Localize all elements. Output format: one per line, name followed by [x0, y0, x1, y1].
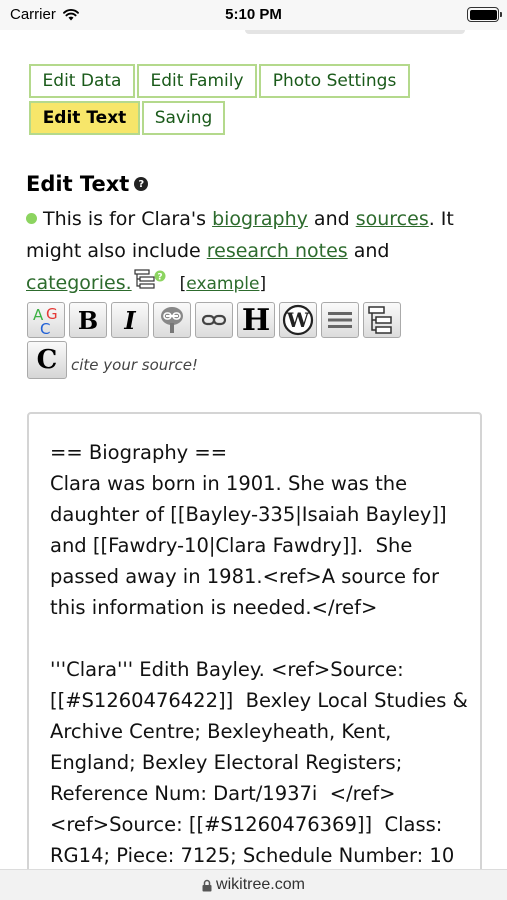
battery-level [469, 9, 497, 20]
example-wrapper: [example] [180, 274, 266, 294]
url-text: wikitree.com [216, 876, 305, 893]
example-bracket-close: ] [259, 274, 267, 294]
link-button[interactable] [195, 302, 233, 338]
browser-url-bar[interactable]: wikitree.com [0, 869, 507, 900]
page-top-edge [245, 30, 465, 34]
horizontal-rule-icon [328, 312, 352, 328]
link-icon [201, 314, 227, 326]
categories-link[interactable]: categories. [26, 272, 132, 294]
section-title-text: Edit Text [26, 172, 130, 196]
spellcheck-button[interactable]: A G C [27, 302, 65, 338]
wikitree-link-button[interactable] [153, 302, 191, 338]
desc-text-1: This is for Clara's [43, 208, 213, 230]
desc-text-2: and [307, 208, 356, 230]
bullet-icon [26, 213, 37, 224]
wikipedia-icon: W [282, 304, 314, 336]
tree-link-icon [161, 307, 183, 333]
tab-photo-settings[interactable]: Photo Settings [259, 64, 410, 98]
tab-edit-data[interactable]: Edit Data [29, 64, 135, 98]
question-icon[interactable]: ? [134, 177, 149, 191]
tab-saving[interactable]: Saving [142, 101, 225, 135]
svg-text:?: ? [157, 273, 162, 283]
svg-text:W: W [286, 308, 310, 332]
category-tree-icon[interactable]: ? [134, 269, 166, 291]
page-title: Edit Text ? [26, 172, 149, 196]
battery-icon [467, 7, 502, 22]
status-bar: Carrier 5:10 PM [0, 0, 507, 30]
lock-icon [202, 879, 212, 891]
heading-button[interactable]: H [237, 302, 275, 338]
tab-edit-text[interactable]: Edit Text [29, 101, 140, 135]
wikipedia-button[interactable]: W [279, 302, 317, 338]
cite-source-button[interactable]: C [27, 341, 67, 379]
clock: 5:10 PM [225, 6, 282, 23]
research-notes-link[interactable]: research notes [207, 240, 348, 262]
category-tree-icon [368, 306, 392, 334]
cite-source-label: cite your source! [71, 356, 198, 374]
edit-text-description: This is for Clara's biography and source… [26, 203, 488, 300]
example-link[interactable]: example [186, 274, 259, 294]
svg-text:C: C [40, 320, 50, 336]
horizontal-rule-button[interactable] [321, 302, 359, 338]
biography-textarea[interactable]: == Biography == Clara was born in 1901. … [27, 412, 482, 882]
desc-text-4: and [347, 240, 390, 262]
tab-edit-family[interactable]: Edit Family [137, 64, 257, 98]
category-button[interactable] [363, 302, 401, 338]
italic-button[interactable]: I [111, 302, 149, 338]
biography-text[interactable]: == Biography == Clara was born in 1901. … [50, 437, 470, 871]
biography-link[interactable]: biography [212, 208, 308, 230]
sources-link[interactable]: sources [356, 208, 429, 230]
bold-button[interactable]: B [69, 302, 107, 338]
spellcheck-icon: A G C [33, 305, 58, 336]
